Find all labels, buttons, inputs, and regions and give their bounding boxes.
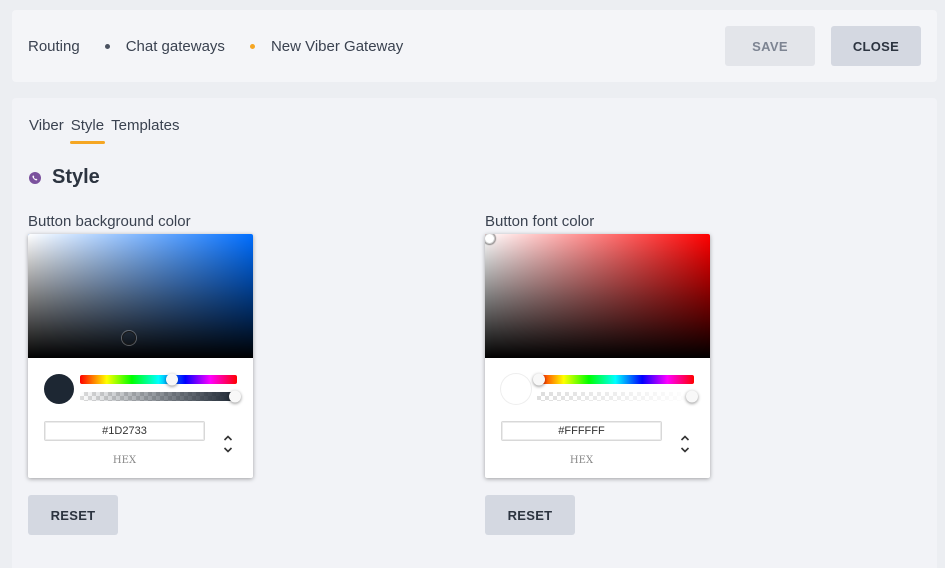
breadcrumb-routing[interactable]: Routing bbox=[28, 38, 80, 55]
font-color-swatch bbox=[501, 374, 531, 404]
bg-color-label: Button background color bbox=[28, 213, 191, 230]
bg-saturation-cursor[interactable] bbox=[122, 331, 136, 345]
font-color-picker: HEX bbox=[485, 234, 710, 478]
bg-saturation-area[interactable] bbox=[28, 234, 253, 358]
font-alpha-slider[interactable] bbox=[537, 390, 698, 403]
close-button[interactable]: CLOSE bbox=[831, 26, 921, 66]
style-panel: Viber Style Templates Style Button backg… bbox=[12, 98, 937, 568]
font-color-label: Button font color bbox=[485, 213, 595, 230]
bg-alpha-knob[interactable] bbox=[229, 390, 241, 403]
bg-hue-knob[interactable] bbox=[166, 373, 178, 386]
bg-hex-label: HEX bbox=[112, 455, 137, 466]
save-button[interactable]: SAVE bbox=[725, 26, 815, 66]
section-heading: Style bbox=[29, 166, 100, 189]
breadcrumb-chat-gateways[interactable]: Chat gateways bbox=[126, 38, 225, 55]
font-hex-label: HEX bbox=[569, 455, 594, 466]
font-hue-slider[interactable] bbox=[533, 373, 694, 386]
tab-bar: Viber Style Templates bbox=[29, 117, 186, 144]
font-reset-button[interactable]: RESET bbox=[485, 495, 575, 535]
chevron-up-down-icon bbox=[680, 435, 690, 453]
bg-hex-input[interactable] bbox=[44, 421, 205, 441]
chevron-up-down-icon bbox=[223, 435, 233, 453]
section-title: Style bbox=[52, 166, 100, 188]
bg-format-toggle[interactable] bbox=[218, 432, 238, 456]
font-saturation-area[interactable] bbox=[485, 234, 710, 358]
font-alpha-knob[interactable] bbox=[686, 390, 698, 403]
bg-alpha-slider[interactable] bbox=[80, 390, 241, 403]
font-hue-knob[interactable] bbox=[533, 373, 545, 386]
bg-hue-slider[interactable] bbox=[80, 373, 237, 386]
viber-icon bbox=[29, 171, 41, 184]
breadcrumb: Routing Chat gateways New Viber Gateway bbox=[28, 10, 403, 82]
bg-color-picker: HEX bbox=[28, 234, 253, 478]
tab-style[interactable]: Style bbox=[69, 117, 106, 144]
breadcrumb-separator bbox=[104, 43, 110, 49]
font-format-toggle[interactable] bbox=[675, 432, 695, 456]
tab-viber[interactable]: Viber bbox=[29, 117, 64, 144]
page-header: Routing Chat gateways New Viber Gateway … bbox=[12, 10, 937, 82]
tab-templates[interactable]: Templates bbox=[111, 117, 179, 144]
breadcrumb-current-marker bbox=[249, 43, 255, 49]
bg-reset-button[interactable]: RESET bbox=[28, 495, 118, 535]
font-hex-input[interactable] bbox=[501, 421, 662, 441]
breadcrumb-current: New Viber Gateway bbox=[270, 37, 404, 55]
bg-color-swatch bbox=[44, 374, 74, 404]
